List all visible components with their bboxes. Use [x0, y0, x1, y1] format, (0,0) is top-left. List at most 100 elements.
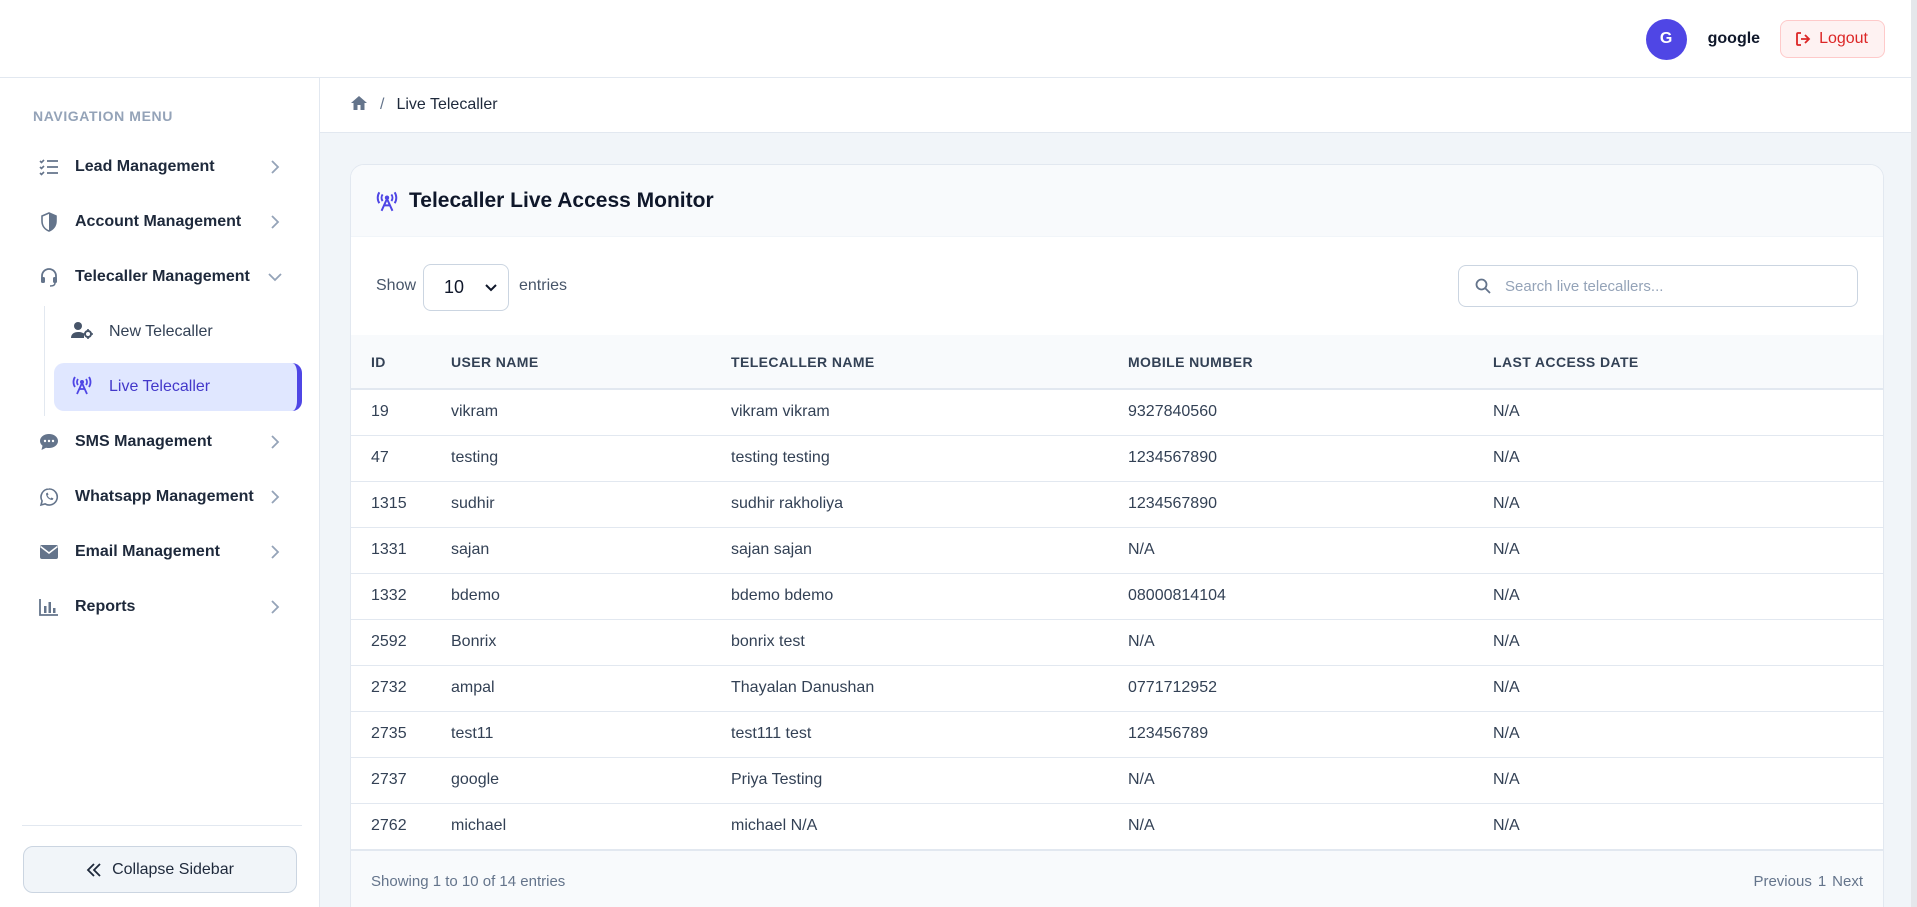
sidebar-item-reports[interactable]: Reports: [22, 583, 302, 631]
pagination-previous[interactable]: Previous: [1753, 873, 1811, 890]
sidebar-item-account-management[interactable]: Account Management: [22, 198, 302, 246]
sidebar-item-label: Telecaller Management: [75, 268, 250, 285]
table-controls: Show 10 entries: [351, 237, 1883, 335]
cell-telecaller-name: Thayalan Danushan: [731, 679, 875, 696]
cell-id: 2762: [371, 817, 407, 834]
cell-mobile-number: N/A: [1128, 771, 1155, 788]
cell-id: 47: [371, 449, 389, 466]
cell-telecaller-name: sudhir rakholiya: [731, 495, 844, 512]
sidebar-item-label: SMS Management: [75, 433, 212, 450]
broadcast-tower-icon: [376, 191, 398, 211]
cell-last-access-date: N/A: [1493, 679, 1520, 696]
pagination-page-1[interactable]: 1: [1818, 873, 1826, 890]
sms-bubble-icon: [38, 431, 60, 453]
chevron-right-icon: [271, 490, 280, 504]
sidebar-item-label: Account Management: [75, 213, 242, 230]
table-row: 19 vikram vikram vikram 9327840560 N/A: [351, 389, 1883, 435]
search-input[interactable]: [1505, 277, 1835, 295]
logout-button[interactable]: Logout: [1780, 20, 1885, 58]
column-header-id[interactable]: ID: [351, 335, 451, 389]
cell-user-name: michael: [451, 817, 507, 834]
sidebar-item-label: Whatsapp Management: [75, 488, 254, 505]
user-gear-icon: [71, 321, 93, 344]
collapse-sidebar-label: Collapse Sidebar: [112, 860, 234, 878]
bar-chart-icon: [38, 596, 60, 618]
avatar[interactable]: G: [1645, 18, 1687, 60]
chevron-down-icon: [485, 284, 497, 292]
table-footer: Showing 1 to 10 of 14 entries Previous 1…: [351, 849, 1883, 907]
page-scrollbar[interactable]: [1911, 0, 1917, 907]
table-row: 2762 michael michael N/A N/A N/A: [351, 803, 1883, 849]
sidebar-subitem-label: Live Telecaller: [109, 378, 211, 395]
cell-user-name: vikram: [451, 403, 499, 421]
cell-telecaller-name: Priya Testing: [731, 771, 823, 788]
cell-mobile-number: 1234567890: [1128, 495, 1217, 512]
envelope-icon: [38, 541, 60, 563]
cell-user-name: bdemo: [451, 587, 500, 604]
cell-last-access-date: N/A: [1493, 495, 1520, 512]
sidebar-item-whatsapp-management[interactable]: Whatsapp Management: [22, 473, 302, 521]
sidebar-item-sms-management[interactable]: SMS Management: [22, 418, 302, 466]
pagination-next[interactable]: Next: [1832, 873, 1863, 890]
cell-mobile-number: N/A: [1128, 541, 1155, 558]
table-header-row: ID USER NAME TELECALLER NAME MOBILE NUMB…: [351, 335, 1883, 389]
home-icon[interactable]: [350, 95, 368, 116]
cell-user-name: sajan: [451, 541, 490, 558]
chevron-right-icon: [271, 215, 280, 229]
logout-label: Logout: [1819, 30, 1868, 47]
cell-last-access-date: N/A: [1493, 403, 1520, 421]
nav-heading: NAVIGATION MENU: [33, 108, 173, 124]
entries-select[interactable]: 10: [423, 264, 509, 311]
column-header-user-name[interactable]: USER NAME: [451, 335, 731, 389]
sidebar-item-label: Email Management: [75, 543, 220, 560]
table-row: 2735 test11 test111 test 123456789 N/A: [351, 711, 1883, 757]
sidebar-item-email-management[interactable]: Email Management: [22, 528, 302, 576]
sidebar-subitem-live-telecaller[interactable]: Live Telecaller: [54, 363, 302, 411]
chevron-right-icon: [271, 545, 280, 559]
chevron-right-icon: [271, 435, 280, 449]
cell-mobile-number: 9327840560: [1128, 403, 1217, 421]
user-area: G google Logout: [1645, 18, 1885, 60]
entries-info: Showing 1 to 10 of 14 entries: [371, 872, 566, 890]
sidebar-item-telecaller-management[interactable]: Telecaller Management: [22, 253, 302, 301]
cell-user-name: sudhir: [451, 495, 495, 512]
chevron-right-icon: [271, 600, 280, 614]
telecaller-table: ID USER NAME TELECALLER NAME MOBILE NUMB…: [351, 335, 1883, 850]
cell-last-access-date: N/A: [1493, 587, 1520, 604]
table-row: 1332 bdemo bdemo bdemo 08000814104 N/A: [351, 573, 1883, 619]
breadcrumb-separator: /: [380, 96, 385, 113]
cell-last-access-date: N/A: [1493, 817, 1520, 834]
search-box: [1458, 265, 1858, 307]
cell-mobile-number: N/A: [1128, 817, 1155, 834]
table-row: 1331 sajan sajan sajan N/A N/A: [351, 527, 1883, 573]
cell-last-access-date: N/A: [1493, 541, 1520, 558]
sidebar-subitem-new-telecaller[interactable]: New Telecaller: [54, 308, 302, 356]
cell-telecaller-name: sajan sajan: [731, 541, 812, 558]
telecaller-monitor-card: Telecaller Live Access Monitor Show 10 e…: [350, 164, 1884, 907]
sidebar: NAVIGATION MENU Lead Management Account …: [0, 78, 320, 907]
shield-icon: [38, 211, 60, 233]
cell-id: 2737: [371, 771, 407, 788]
column-header-telecaller-name[interactable]: TELECALLER NAME: [731, 335, 1128, 389]
cell-user-name: ampal: [451, 679, 495, 696]
entries-select-value: 10: [444, 277, 465, 297]
chevron-down-icon: [268, 273, 282, 282]
logout-icon: [1796, 32, 1811, 46]
collapse-sidebar-button[interactable]: Collapse Sidebar: [23, 846, 297, 893]
sidebar-item-lead-management[interactable]: Lead Management: [22, 143, 302, 191]
search-icon: [1475, 278, 1491, 294]
column-header-last-access-date[interactable]: LAST ACCESS DATE: [1493, 335, 1883, 389]
cell-id: 19: [371, 403, 389, 421]
cell-mobile-number: 08000814104: [1128, 587, 1226, 604]
cell-mobile-number: 123456789: [1128, 725, 1209, 742]
sidebar-divider: [22, 825, 302, 826]
table-row: 47 testing testing testing 1234567890 N/A: [351, 435, 1883, 481]
cell-last-access-date: N/A: [1493, 771, 1520, 788]
cell-id: 1332: [371, 587, 407, 604]
cell-user-name: google: [451, 771, 500, 788]
cell-user-name: test11: [451, 725, 494, 742]
broadcast-tower-icon: [71, 375, 93, 400]
cell-last-access-date: N/A: [1493, 725, 1520, 742]
column-header-mobile-number[interactable]: MOBILE NUMBER: [1128, 335, 1493, 389]
cell-id: 1315: [371, 495, 407, 512]
